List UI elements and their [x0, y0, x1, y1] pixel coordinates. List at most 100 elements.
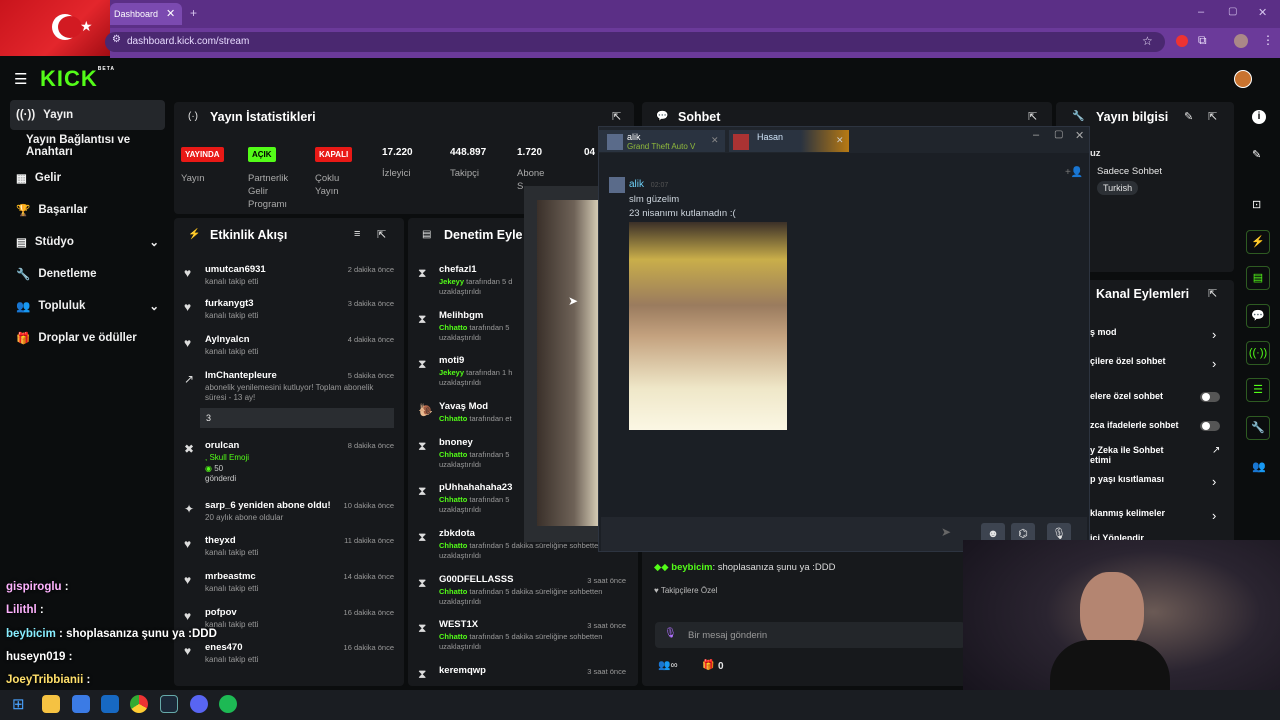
sidebar-item-basarilar[interactable]: 🏆 Başarılar: [10, 196, 165, 224]
shared-photo[interactable]: [629, 222, 787, 430]
user-avatar[interactable]: [1234, 70, 1252, 88]
chevron-right-icon[interactable]: ›: [1212, 356, 1216, 371]
activity-username[interactable]: orulcan: [205, 440, 239, 451]
moderated-username[interactable]: bnoney: [439, 437, 473, 448]
moderated-username[interactable]: pUhhahahaha23: [439, 482, 512, 493]
sidebar-item-droplar[interactable]: 🎁 Droplar ve ödüller: [10, 324, 165, 352]
add-friend-icon[interactable]: +👤: [1065, 167, 1083, 178]
users-icon[interactable]: 👥: [1252, 460, 1266, 473]
moderated-username[interactable]: keremqwp: [439, 665, 486, 676]
sidebar-item-gelir[interactable]: ▦ Gelir: [10, 164, 165, 192]
moderated-username[interactable]: moti9: [439, 355, 464, 366]
file-explorer-icon[interactable]: [42, 695, 60, 713]
minimize-icon[interactable]: –: [1033, 129, 1039, 141]
close-tab-icon[interactable]: ✕: [166, 7, 175, 20]
browser-menu-icon[interactable]: ⋮: [1262, 33, 1274, 47]
message-author[interactable]: alik: [629, 179, 644, 190]
chevron-right-icon[interactable]: ›: [1212, 508, 1216, 523]
address-bar[interactable]: dashboard.kick.com/stream: [105, 32, 1165, 52]
bookmark-star-icon[interactable]: ☆: [1142, 34, 1153, 48]
activity-username[interactable]: mrbeastmc: [205, 571, 256, 582]
spotify-icon[interactable]: [219, 695, 237, 713]
filter-icon[interactable]: ≡: [354, 228, 360, 240]
activity-username[interactable]: pofpov: [205, 607, 237, 618]
moderated-username[interactable]: Melihbgm: [439, 310, 483, 321]
toggle-switch[interactable]: [1200, 421, 1220, 431]
window-minimize-icon[interactable]: –: [1198, 6, 1204, 18]
activity-time: 4 dakika önce: [347, 335, 394, 344]
new-tab-icon[interactable]: +: [190, 6, 197, 20]
activity-username[interactable]: ImChantepleure: [205, 370, 277, 381]
edit-icon[interactable]: ✎: [1184, 110, 1193, 123]
sidebar-item-denetleme[interactable]: 🔧 Denetleme: [10, 260, 165, 288]
sidebar-item-studyo[interactable]: ▤ Stüdyo ⌄: [10, 228, 165, 256]
profile-avatar[interactable]: [1234, 34, 1248, 48]
close-icon[interactable]: ✕: [1075, 129, 1084, 142]
chrome-icon[interactable]: [130, 695, 148, 713]
steam-icon[interactable]: [160, 695, 178, 713]
popout-icon[interactable]: ⇱: [612, 110, 621, 123]
users-icon[interactable]: 👥∞: [658, 660, 678, 671]
mic-icon[interactable]: 🎙: [664, 628, 677, 639]
send-icon[interactable]: ➤: [941, 525, 951, 539]
info-icon[interactable]: i: [1252, 110, 1266, 124]
sidebar-item-stream-key[interactable]: Yayın Bağlantısı ve Anahtarı: [20, 132, 172, 160]
channel-action-item[interactable]: zca ifadelerle sohbet: [1090, 420, 1179, 430]
channel-action-item[interactable]: ş mod: [1090, 327, 1117, 337]
popout-icon[interactable]: ⇱: [377, 228, 386, 241]
chevron-right-icon[interactable]: ›: [1212, 327, 1216, 342]
avatar: [607, 134, 623, 150]
moderated-username[interactable]: G00DFELLASSS: [439, 574, 513, 585]
pencil-icon[interactable]: ✎: [1252, 148, 1261, 161]
moderated-username[interactable]: WEST1X: [439, 619, 478, 630]
popout-icon[interactable]: ⇱: [1028, 110, 1037, 123]
rail-document-button[interactable]: ▤: [1246, 266, 1270, 290]
external-link-icon[interactable]: ↗: [1212, 445, 1220, 456]
moderated-username[interactable]: Yavaş Mod: [439, 401, 488, 412]
windows-start-icon[interactable]: ⊞: [12, 695, 25, 713]
channel-action-item[interactable]: y Zeka ile Sohbet etimi: [1090, 445, 1164, 465]
activity-description: kanalı takip etti: [205, 620, 259, 629]
channel-action-item[interactable]: elere özel sohbet: [1090, 391, 1163, 401]
chat-username[interactable]: beybicim: [671, 562, 712, 573]
moderated-username[interactable]: chefazl1: [439, 264, 477, 275]
outlook-icon[interactable]: [101, 695, 119, 713]
activity-username[interactable]: Aylnyalcn: [205, 334, 250, 345]
chevron-right-icon[interactable]: ›: [1212, 474, 1216, 489]
rail-list-button[interactable]: ☰: [1246, 378, 1270, 402]
store-icon[interactable]: [72, 695, 90, 713]
activity-username[interactable]: theyxd: [205, 535, 236, 546]
discord-icon[interactable]: [190, 695, 208, 713]
timeout-icon: ⧗: [418, 530, 427, 544]
rail-broadcast-button[interactable]: ((·)): [1246, 341, 1270, 365]
activity-username[interactable]: furkanygt3: [205, 298, 254, 309]
sidebar-item-topluluk[interactable]: 👥 Topluluk ⌄: [10, 292, 165, 320]
toggle-switch[interactable]: [1200, 392, 1220, 402]
rail-lightning-button[interactable]: ⚡: [1246, 230, 1270, 254]
popout-icon[interactable]: ⇱: [1208, 110, 1217, 123]
moderated-username[interactable]: zbkdota: [439, 528, 475, 539]
maximize-icon[interactable]: ▢: [1054, 129, 1063, 140]
channel-action-item[interactable]: çilere özel sohbet: [1090, 356, 1166, 366]
kick-logo[interactable]: KICKBETA: [40, 66, 115, 92]
focus-icon[interactable]: ⊡: [1252, 198, 1261, 211]
extensions-puzzle-icon[interactable]: ⧉: [1198, 33, 1207, 48]
rail-chat-button[interactable]: 💬: [1246, 304, 1270, 328]
activity-username[interactable]: umutcan6931: [205, 264, 266, 275]
window-close-icon[interactable]: ✕: [1258, 6, 1267, 19]
window-maximize-icon[interactable]: ▢: [1228, 6, 1237, 17]
close-tab-icon[interactable]: ✕: [836, 135, 844, 146]
extension-icon[interactable]: [1176, 35, 1188, 47]
activity-username[interactable]: sarp_6 yeniden abone oldu!: [205, 500, 331, 511]
site-info-icon[interactable]: ⚙: [112, 34, 121, 45]
sidebar-item-yayin[interactable]: ((·)) Yayın: [10, 100, 165, 130]
rail-wrench-button[interactable]: 🔧: [1246, 416, 1270, 440]
activity-username[interactable]: enes470: [205, 642, 243, 653]
gift-icon[interactable]: 🎁: [702, 660, 714, 671]
channel-action-item[interactable]: klanmış kelimeler: [1090, 508, 1165, 518]
popout-icon[interactable]: ⇱: [1208, 287, 1217, 300]
hamburger-menu-icon[interactable]: ☰: [14, 70, 27, 88]
channel-action-item[interactable]: p yaşı kısıtlaması: [1090, 474, 1164, 484]
close-tab-icon[interactable]: ✕: [711, 135, 719, 146]
slow-mode-icon: 🐌: [418, 403, 433, 417]
